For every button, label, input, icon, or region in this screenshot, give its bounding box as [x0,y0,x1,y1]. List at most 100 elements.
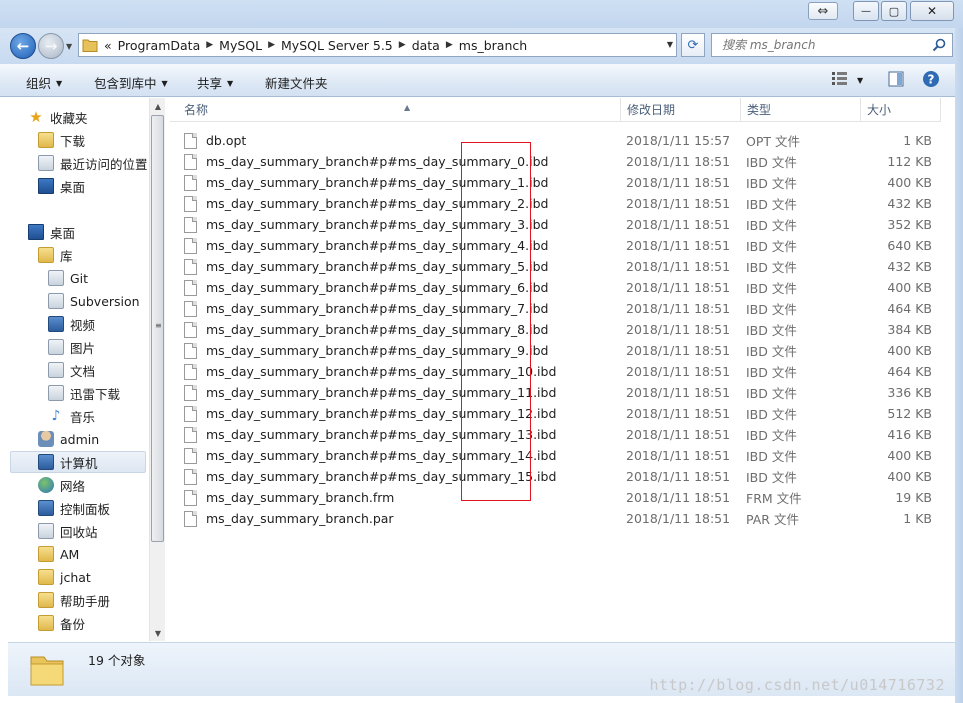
file-modified-date: 2018/1/11 18:51 [626,385,731,400]
file-row[interactable]: ms_day_summary_branch.frm 2018/1/11 18:51… [184,487,944,508]
file-row[interactable]: ms_day_summary_branch#p#ms_day_summary_1… [184,424,944,445]
folder-icon [38,546,54,562]
file-row[interactable]: ms_day_summary_branch#p#ms_day_summary_0… [184,151,944,172]
file-row[interactable]: ms_day_summary_branch#p#ms_day_summary_1… [184,361,944,382]
nav-subversion[interactable]: Subversion [48,290,140,312]
file-row[interactable]: ms_day_summary_branch#p#ms_day_summary_1… [184,445,944,466]
organize-menu[interactable]: 组织 ▼ [26,73,62,92]
include-in-library-menu[interactable]: 包含到库中 ▼ [94,73,168,92]
music-icon: ♪ [51,408,61,424]
nav-control-panel[interactable]: 控制面板 [38,497,110,519]
nav-network[interactable]: 网络 [38,474,85,496]
file-row[interactable]: ms_day_summary_branch#p#ms_day_summary_8… [184,319,944,340]
nav-downloads[interactable]: 下载 [38,129,85,151]
maximize-button[interactable]: ▢ [881,1,907,21]
recent-pages-dropdown[interactable]: ▼ [66,42,72,51]
nav-help-manual[interactable]: 帮助手册 [38,589,110,611]
refresh-button[interactable]: ⟳ [681,33,705,57]
address-bar[interactable]: « ProgramData ▶ MySQL ▶ MySQL Server 5.5… [78,33,677,57]
file-row[interactable]: ms_day_summary_branch#p#ms_day_summary_1… [184,403,944,424]
nav-desktop-fav-label: 桌面 [60,179,86,195]
share-menu[interactable]: 共享 ▼ [197,73,233,92]
file-row[interactable]: ms_day_summary_branch#p#ms_day_summary_3… [184,214,944,235]
breadcrumb-mysql-server[interactable]: MySQL Server 5.5 [278,38,396,53]
navigation-pane[interactable]: ★ 收藏夹 下载 最近访问的位置 桌面 桌面 库 Git Subversion 视… [8,98,165,641]
file-row[interactable]: ms_day_summary_branch#p#ms_day_summary_2… [184,193,944,214]
breadcrumb-ms-branch[interactable]: ms_branch [456,38,530,53]
address-row: ← → ▼ « ProgramData ▶ MySQL ▶ MySQL Serv… [0,28,963,64]
file-size: 19 KB [895,490,932,505]
file-icon [184,216,197,233]
file-row[interactable]: ms_day_summary_branch#p#ms_day_summary_6… [184,277,944,298]
nav-admin[interactable]: admin [38,428,99,450]
search-box[interactable] [711,33,953,57]
preview-pane-button[interactable] [888,71,904,90]
folder-icon [38,615,54,631]
file-row[interactable]: ms_day_summary_branch#p#ms_day_summary_7… [184,298,944,319]
nav-libraries[interactable]: 库 [38,244,73,266]
breadcrumb-programdata[interactable]: ProgramData [115,38,204,53]
column-header-size[interactable]: 大小 [861,98,941,122]
close-button[interactable]: ✕ [910,1,954,21]
search-input[interactable] [722,38,922,52]
nav-backup[interactable]: 备份 [38,612,85,634]
file-size: 400 KB [887,469,932,484]
column-header-modified[interactable]: 修改日期 [621,98,741,122]
file-size: 416 KB [887,427,932,442]
view-options-button[interactable]: ▼ [832,71,863,88]
nav-music[interactable]: ♪ 音乐 [48,405,95,427]
chevron-right-icon[interactable]: ▶ [203,40,216,50]
search-icon[interactable] [932,38,946,55]
nav-jchat[interactable]: jchat [38,566,91,588]
control-panel-icon [38,500,54,516]
scroll-up-icon[interactable]: ▲ [150,98,166,114]
file-size: 336 KB [887,385,932,400]
scroll-down-icon[interactable]: ▼ [150,625,166,641]
file-row[interactable]: ms_day_summary_branch#p#ms_day_summary_1… [184,382,944,403]
file-row[interactable]: ms_day_summary_branch#p#ms_day_summary_1… [184,466,944,487]
title-bar[interactable]: ⇔ — ▢ ✕ [0,0,963,28]
nav-desktop[interactable]: 桌面 [28,221,75,243]
file-row[interactable]: ms_day_summary_branch#p#ms_day_summary_5… [184,256,944,277]
breadcrumb-overflow[interactable]: « [101,38,115,53]
breadcrumb-data[interactable]: data [409,38,443,53]
file-list-pane[interactable]: 名称 ▲ 修改日期 类型 大小 db.opt 2018/1/11 15:57 OPT… [170,98,963,641]
column-header-name[interactable]: 名称 ▲ [178,98,621,122]
nav-documents[interactable]: 文档 [48,359,95,381]
nav-am[interactable]: AM [38,543,79,565]
file-icon [184,300,197,317]
nav-favorites[interactable]: ★ 收藏夹 [28,106,87,128]
forward-button[interactable]: → [38,33,64,59]
nav-desktop-label: 桌面 [50,225,76,241]
nav-computer[interactable]: 计算机 [10,451,146,473]
nav-desktop-favorite[interactable]: 桌面 [38,175,85,197]
navigation-scrollbar[interactable]: ▲ ≡ ▼ [149,98,165,641]
nav-git[interactable]: Git [48,267,88,289]
resize-toggle-icon[interactable]: ⇔ [808,2,838,20]
chevron-right-icon[interactable]: ▶ [265,40,278,50]
chevron-down-icon: ▼ [856,76,864,85]
chevron-right-icon[interactable]: ▶ [396,40,409,50]
minimize-button[interactable]: — [853,1,879,21]
file-modified-date: 2018/1/11 18:51 [626,196,731,211]
nav-thunder-downloads[interactable]: 迅雷下载 [48,382,120,404]
scrollbar-thumb[interactable]: ≡ [151,115,164,542]
address-history-dropdown[interactable]: ▼ [667,40,673,49]
chevron-right-icon[interactable]: ▶ [443,40,456,50]
file-row[interactable]: db.opt 2018/1/11 15:57 OPT 文件 1 KB [184,130,944,151]
file-row[interactable]: ms_day_summary_branch#p#ms_day_summary_4… [184,235,944,256]
nav-pictures[interactable]: 图片 [48,336,95,358]
nav-recent-places[interactable]: 最近访问的位置 [38,152,148,174]
back-button[interactable]: ← [10,33,36,59]
nav-recycle-bin[interactable]: 回收站 [38,520,98,542]
help-button[interactable]: ? [922,70,940,91]
column-header-type[interactable]: 类型 [741,98,861,122]
file-row[interactable]: ms_day_summary_branch.par 2018/1/11 18:51… [184,508,944,529]
file-type: FRM 文件 [746,491,802,506]
file-row[interactable]: ms_day_summary_branch#p#ms_day_summary_9… [184,340,944,361]
new-folder-button[interactable]: 新建文件夹 [265,73,328,92]
minimize-icon: — [861,5,871,17]
nav-videos[interactable]: 视频 [48,313,95,335]
breadcrumb-mysql[interactable]: MySQL [216,38,265,53]
file-row[interactable]: ms_day_summary_branch#p#ms_day_summary_1… [184,172,944,193]
